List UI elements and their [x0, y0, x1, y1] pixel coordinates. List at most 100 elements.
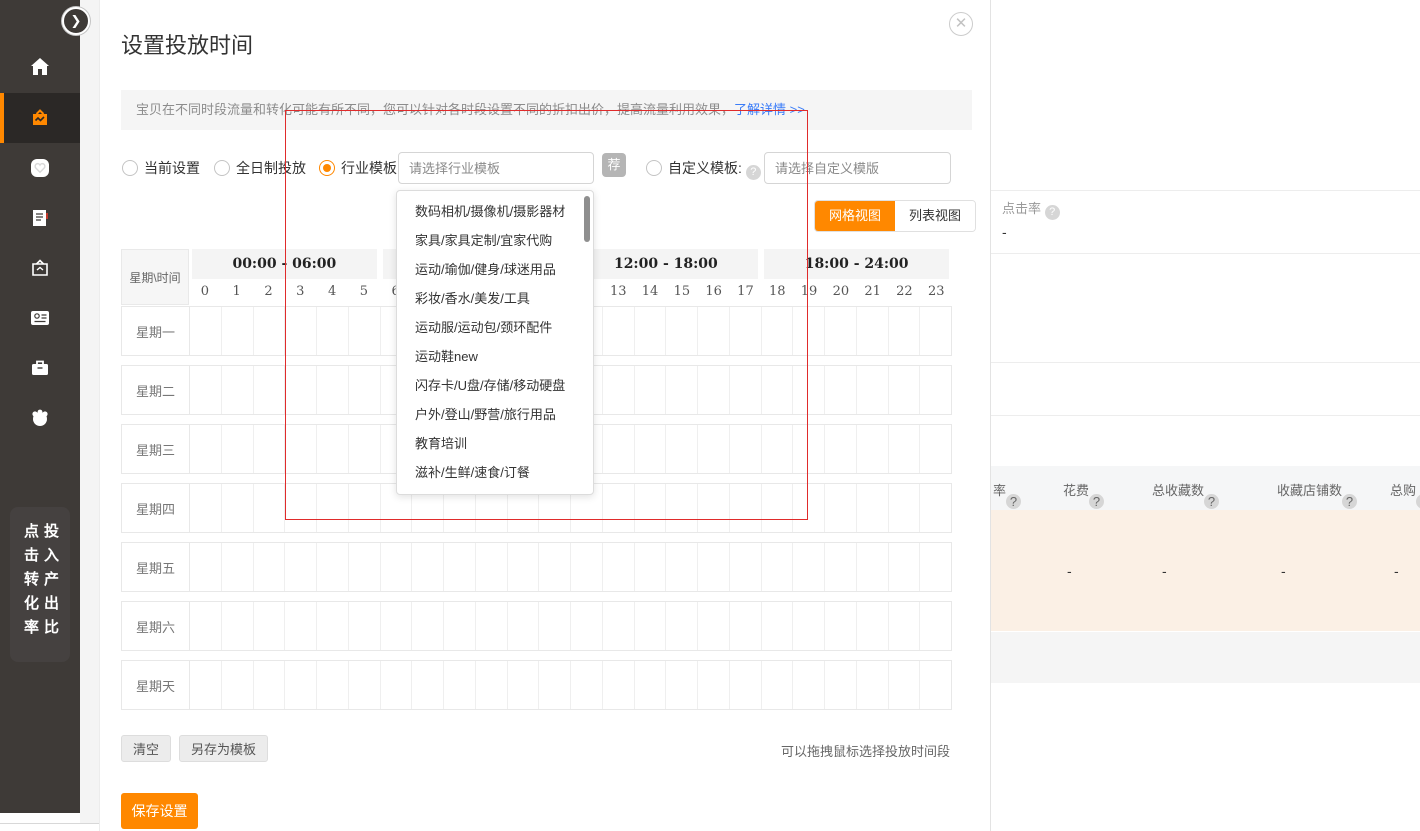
schedule-cell[interactable] — [889, 484, 921, 532]
schedule-cell[interactable] — [317, 425, 349, 473]
schedule-cell[interactable] — [190, 543, 222, 591]
schedule-cell[interactable] — [889, 307, 921, 355]
schedule-cell[interactable] — [666, 366, 698, 414]
schedule-cell[interactable] — [762, 484, 794, 532]
schedule-cell[interactable] — [793, 425, 825, 473]
schedule-cell[interactable] — [254, 602, 286, 650]
sidebar-item-shop[interactable] — [0, 243, 80, 293]
schedule-cell[interactable] — [285, 366, 317, 414]
dropdown-item[interactable]: 户外/登山/野营/旅行用品 — [397, 400, 593, 429]
schedule-cell[interactable] — [825, 425, 857, 473]
schedule-cell[interactable] — [190, 366, 222, 414]
schedule-cell[interactable] — [254, 366, 286, 414]
schedule-cell[interactable] — [381, 661, 413, 709]
schedule-cell[interactable] — [635, 661, 667, 709]
schedule-cell[interactable] — [317, 543, 349, 591]
schedule-cell[interactable] — [539, 602, 571, 650]
schedule-cell[interactable] — [349, 602, 381, 650]
dropdown-item[interactable]: 教育培训 — [397, 429, 593, 458]
radio-custom-template-label[interactable]: 自定义模板: ? — [668, 160, 761, 180]
schedule-cell[interactable] — [285, 425, 317, 473]
schedule-cell[interactable] — [857, 543, 889, 591]
schedule-cell[interactable] — [285, 602, 317, 650]
schedule-cell[interactable] — [222, 366, 254, 414]
schedule-cell[interactable] — [666, 661, 698, 709]
sidebar-item-insights[interactable] — [0, 393, 80, 443]
schedule-cell[interactable] — [730, 307, 762, 355]
schedule-cell[interactable] — [698, 307, 730, 355]
schedule-cell[interactable] — [222, 661, 254, 709]
schedule-cell[interactable] — [190, 425, 222, 473]
schedule-cell[interactable] — [349, 484, 381, 532]
schedule-cell[interactable] — [857, 484, 889, 532]
schedule-cell[interactable] — [635, 602, 667, 650]
custom-template-input[interactable] — [764, 152, 951, 184]
radio-fulltime[interactable] — [214, 160, 230, 176]
schedule-cell[interactable] — [793, 484, 825, 532]
schedule-cell[interactable] — [730, 543, 762, 591]
industry-template-input[interactable] — [398, 152, 594, 184]
schedule-cell[interactable] — [762, 543, 794, 591]
sidebar-item-favorites[interactable] — [0, 143, 80, 193]
schedule-cell[interactable] — [476, 602, 508, 650]
schedule-cell[interactable] — [603, 425, 635, 473]
schedule-cell[interactable] — [444, 661, 476, 709]
radio-current-setting[interactable] — [122, 160, 138, 176]
schedule-cell[interactable] — [920, 425, 951, 473]
schedule-cell[interactable] — [857, 425, 889, 473]
schedule-cell[interactable] — [539, 543, 571, 591]
schedule-cell[interactable] — [190, 484, 222, 532]
schedule-cell[interactable] — [793, 543, 825, 591]
sidebar-item-reports[interactable] — [0, 193, 80, 243]
schedule-cell[interactable] — [349, 425, 381, 473]
schedule-cell[interactable] — [635, 425, 667, 473]
schedule-cell[interactable] — [190, 602, 222, 650]
schedule-cell[interactable] — [603, 602, 635, 650]
schedule-cell[interactable] — [285, 484, 317, 532]
schedule-cell[interactable] — [222, 543, 254, 591]
schedule-cell[interactable] — [285, 543, 317, 591]
schedule-cell[interactable] — [539, 661, 571, 709]
schedule-cell[interactable] — [254, 484, 286, 532]
schedule-cell[interactable] — [793, 661, 825, 709]
dropdown-item[interactable]: 运动/瑜伽/健身/球迷用品 — [397, 255, 593, 284]
schedule-cell[interactable] — [857, 366, 889, 414]
schedule-cell[interactable] — [762, 366, 794, 414]
schedule-cell[interactable] — [666, 602, 698, 650]
dropdown-item[interactable]: 彩妆/香水/美发/工具 — [397, 284, 593, 313]
schedule-cell[interactable] — [825, 307, 857, 355]
dropdown-item[interactable]: 闪存卡/U盘/存储/移动硬盘 — [397, 371, 593, 400]
schedule-cell[interactable] — [412, 602, 444, 650]
schedule-cell[interactable] — [508, 661, 540, 709]
schedule-cell[interactable] — [349, 661, 381, 709]
schedule-cell[interactable] — [349, 366, 381, 414]
schedule-cell[interactable] — [254, 543, 286, 591]
schedule-cell[interactable] — [381, 543, 413, 591]
schedule-cell[interactable] — [730, 602, 762, 650]
dropdown-item[interactable]: 运动鞋new — [397, 342, 593, 371]
schedule-cell[interactable] — [635, 484, 667, 532]
schedule-cell[interactable] — [444, 543, 476, 591]
help-icon[interactable]: ? — [1006, 494, 1021, 509]
schedule-cell[interactable] — [381, 602, 413, 650]
schedule-cell[interactable] — [285, 661, 317, 709]
schedule-cell[interactable] — [762, 425, 794, 473]
schedule-cell[interactable] — [603, 543, 635, 591]
dropdown-item[interactable]: 滋补/生鲜/速食/订餐 — [397, 458, 593, 487]
close-icon[interactable]: ✕ — [949, 12, 973, 36]
radio-custom-template[interactable] — [646, 160, 662, 176]
schedule-cell[interactable] — [857, 307, 889, 355]
schedule-cell[interactable] — [920, 661, 951, 709]
schedule-cell[interactable] — [508, 543, 540, 591]
schedule-cell[interactable] — [571, 543, 603, 591]
schedule-cell[interactable] — [222, 484, 254, 532]
learn-more-link[interactable]: 了解详情 >> — [734, 102, 805, 117]
schedule-cell[interactable] — [603, 661, 635, 709]
schedule-cell[interactable] — [889, 661, 921, 709]
schedule-cell[interactable] — [317, 307, 349, 355]
schedule-cell[interactable] — [508, 602, 540, 650]
schedule-cell[interactable] — [476, 661, 508, 709]
schedule-cell[interactable] — [793, 602, 825, 650]
schedule-cell[interactable] — [571, 602, 603, 650]
schedule-cell[interactable] — [317, 661, 349, 709]
